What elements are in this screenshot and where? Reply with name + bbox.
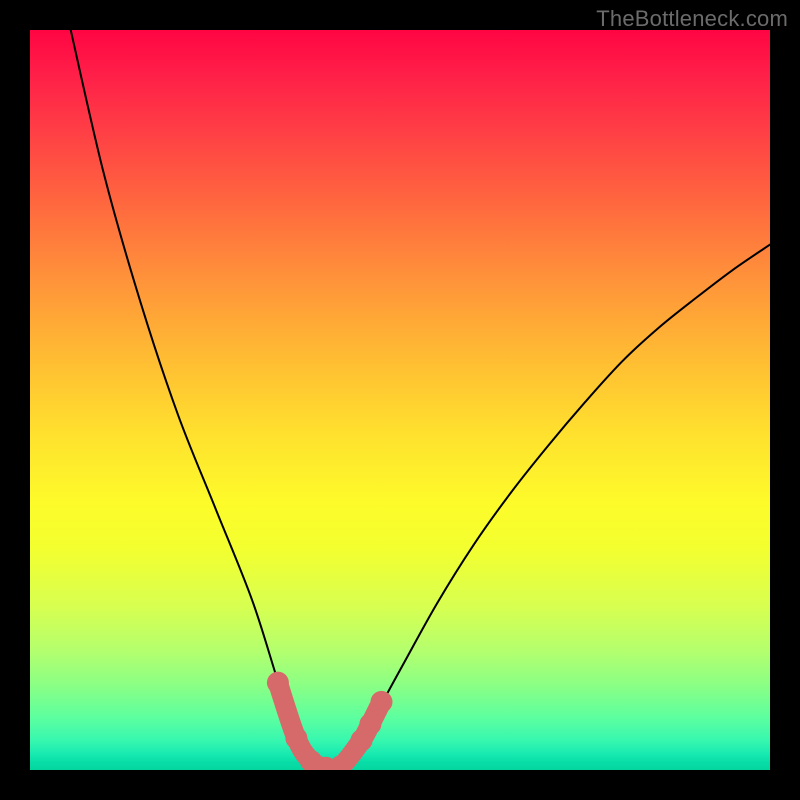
chart-frame: TheBottleneck.com: [0, 0, 800, 800]
curve-layer: [71, 30, 770, 770]
watermark-text: TheBottleneck.com: [596, 6, 788, 32]
plot-area: [30, 30, 770, 770]
chart-svg: [30, 30, 770, 770]
marker-dot: [359, 713, 381, 735]
marker-dot: [285, 727, 307, 749]
marker-layer: [267, 672, 393, 770]
marker-dot: [267, 672, 289, 694]
marker-dot: [371, 691, 393, 713]
bottleneck-curve: [71, 30, 770, 770]
